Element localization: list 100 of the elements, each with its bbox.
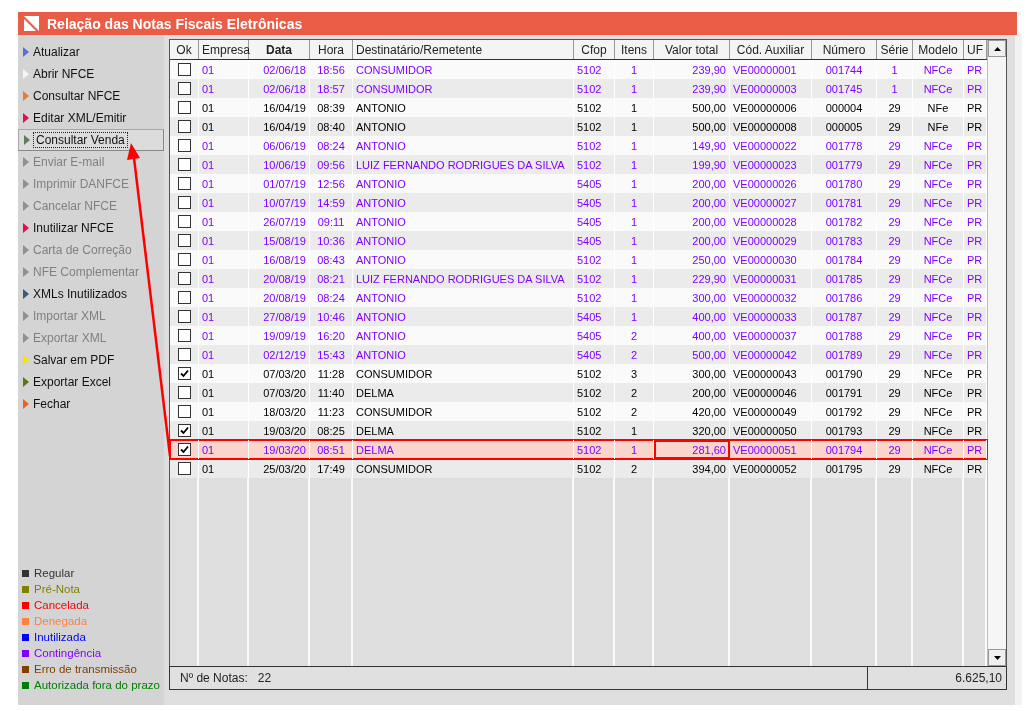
column-header[interactable]: Modelo [913, 40, 964, 59]
table-row[interactable]: 01 02/06/18 18:57 CONSUMIDOR 5102 1 239,90 VE00000003 001745 1 NFCe PR [170, 79, 987, 98]
table-cell: 19/03/20 [249, 440, 310, 459]
table-cell: PR [964, 440, 987, 459]
column-header[interactable]: Número [812, 40, 877, 59]
count-label: Nº de Notas: [180, 671, 248, 685]
column-header[interactable]: Valor total [654, 40, 730, 59]
row-checkbox[interactable] [177, 63, 191, 76]
table-cell: 17:49 [310, 459, 353, 478]
table-cell: 5102 [574, 459, 615, 478]
column-header[interactable]: Empresa [199, 40, 249, 59]
row-checkbox[interactable] [177, 405, 191, 418]
row-checkbox[interactable] [177, 234, 191, 247]
up-arrow-icon [993, 46, 1001, 51]
highlighted-row[interactable]: 01 19/03/20 08:51 DELMA 5102 1 281,60 VE00000051 001794 29 NFCe PR [170, 440, 987, 459]
sidebar-item[interactable]: Fechar [18, 393, 164, 415]
row-checkbox[interactable] [177, 424, 191, 437]
table-row[interactable]: 01 10/06/19 09:56 LUIZ FERNANDO RODRIGUES DA SILVA 5102 1 199,90 VE00000023 001779 29 NFCe PR [170, 155, 987, 174]
table-row[interactable]: 01 16/04/19 08:40 ANTONIO 5102 1 500,00 VE00000008 000005 29 NFe PR [170, 117, 987, 136]
row-checkbox[interactable] [177, 82, 191, 95]
row-checkbox[interactable] [177, 310, 191, 323]
column-header[interactable]: Série [877, 40, 913, 59]
table-cell: 01 [199, 440, 249, 459]
column-header[interactable]: Hora [310, 40, 353, 59]
column-header[interactable]: Ok [170, 40, 199, 59]
row-checkbox[interactable] [177, 101, 191, 114]
table-row[interactable]: 01 16/08/19 08:43 ANTONIO 5102 1 250,00 VE00000030 001784 29 NFCe PR [170, 250, 987, 269]
table-cell: 01 [199, 459, 249, 478]
sidebar-item[interactable]: Editar XML/Emitir [18, 107, 164, 129]
table-row[interactable]: 01 07/03/20 11:28 CONSUMIDOR 5102 3 300,00 VE00000043 001790 29 NFCe PR [170, 364, 987, 383]
sidebar-item[interactable]: XMLs Inutilizados [18, 283, 164, 305]
column-header[interactable]: Itens [615, 40, 654, 59]
sidebar-item[interactable]: Consultar NFCE [18, 85, 164, 107]
column-header[interactable]: Cód. Auxiliar [730, 40, 812, 59]
row-checkbox[interactable] [177, 215, 191, 228]
table-row[interactable]: 01 07/03/20 11:40 DELMA 5102 2 200,00 VE00000046 001791 29 NFCe PR [170, 383, 987, 402]
app-logo-icon [24, 16, 39, 31]
table-row[interactable]: 01 02/06/18 18:56 CONSUMIDOR 5102 1 239,90 VE00000001 001744 1 NFCe PR [170, 60, 987, 79]
legend-label: Inutilizada [34, 631, 86, 643]
table-row[interactable]: 01 20/08/19 08:21 LUIZ FERNANDO RODRIGUES DA SILVA 5102 1 229,90 VE00000031 001785 29 NFCe PR [170, 269, 987, 288]
table-cell: 394,00 [654, 459, 730, 478]
table-cell: 001794 [812, 440, 877, 459]
column-header[interactable]: Cfop [574, 40, 615, 59]
table-cell: 25/03/20 [249, 459, 310, 478]
column-header[interactable]: Destinatário/Remetente [353, 40, 574, 59]
table-cell: VE00000051 [730, 440, 812, 459]
sidebar-item[interactable]: Abrir NFCE [18, 63, 164, 85]
sidebar-item[interactable]: Consultar Venda [18, 129, 164, 151]
table-cell: 001795 [812, 459, 877, 478]
table-row[interactable]: 01 26/07/19 09:11 ANTONIO 5405 1 200,00 VE00000028 001782 29 NFCe PR [170, 212, 987, 231]
scroll-up-button[interactable] [988, 40, 1006, 57]
row-checkbox[interactable] [177, 386, 191, 399]
down-arrow-icon [993, 655, 1001, 660]
legend-label: Regular [34, 567, 75, 579]
sidebar-item[interactable]: Inutilizar NFCE [18, 217, 164, 239]
row-checkbox[interactable] [177, 158, 191, 171]
table-row[interactable]: 01 19/09/19 16:20 ANTONIO 5405 2 400,00 VE00000037 001788 29 NFCe PR [170, 326, 987, 345]
row-checkbox[interactable] [177, 120, 191, 133]
scroll-down-button[interactable] [988, 649, 1006, 666]
table-cell: 29 [877, 440, 913, 459]
sidebar-item[interactable]: Atualizar [18, 41, 164, 63]
table-row[interactable]: 01 15/08/19 10:36 ANTONIO 5405 1 200,00 VE00000029 001783 29 NFCe PR [170, 231, 987, 250]
table-row[interactable]: 01 10/07/19 14:59 ANTONIO 5405 1 200,00 VE00000027 001781 29 NFCe PR [170, 193, 987, 212]
row-checkbox[interactable] [177, 462, 191, 475]
table-row[interactable]: 01 01/07/19 12:56 ANTONIO 5405 1 200,00 VE00000026 001780 29 NFCe PR [170, 174, 987, 193]
row-checkbox[interactable] [177, 367, 191, 380]
legend-label: Cancelada [34, 599, 89, 611]
legend-label: Autorizada fora do prazo [34, 679, 160, 691]
column-header[interactable]: Data [249, 40, 310, 59]
table-row[interactable]: 01 20/08/19 08:24 ANTONIO 5102 1 300,00 VE00000032 001786 29 NFCe PR [170, 288, 987, 307]
row-checkbox[interactable] [177, 348, 191, 361]
total-value: 6.625,10 [955, 671, 1002, 685]
legend-label: Pré-Nota [34, 583, 81, 595]
legend-label: Contingência [34, 647, 102, 659]
table-cell: DELMA [353, 440, 574, 459]
table-cell: 5102 [574, 440, 615, 459]
table-cell: 08:51 [310, 440, 353, 459]
row-checkbox[interactable] [177, 253, 191, 266]
table-row[interactable]: 01 02/12/19 15:43 ANTONIO 5405 2 500,00 VE00000042 001789 29 NFCe PR [170, 345, 987, 364]
row-checkbox[interactable] [177, 443, 191, 456]
count-value: 22 [257, 671, 272, 685]
table-cell: VE00000052 [730, 459, 812, 478]
row-checkbox[interactable] [177, 196, 191, 209]
table-row[interactable]: 01 18/03/20 11:23 CONSUMIDOR 5102 2 420,00 VE00000049 001792 29 NFCe PR [170, 402, 987, 421]
row-checkbox[interactable] [177, 329, 191, 342]
row-checkbox[interactable] [177, 272, 191, 285]
table-cell: NFCe [913, 440, 964, 459]
window-title: Relação das Notas Fiscais Eletrônicas [47, 15, 303, 32]
row-checkbox[interactable] [177, 139, 191, 152]
legend-label: Erro de transmissão [34, 663, 137, 675]
table-cell: CONSUMIDOR [353, 459, 574, 478]
table-row[interactable]: 01 27/08/19 10:46 ANTONIO 5405 1 400,00 VE00000033 001787 29 NFCe PR [170, 307, 987, 326]
row-checkbox[interactable] [177, 291, 191, 304]
table-row[interactable]: 01 16/04/19 08:39 ANTONIO 5102 1 500,00 VE00000006 000004 29 NFe PR [170, 98, 987, 117]
table-cell: 1 [615, 440, 654, 459]
sidebar-item[interactable]: Salvar em PDF [18, 349, 164, 371]
row-checkbox[interactable] [177, 177, 191, 190]
sidebar-item[interactable]: Exportar Excel [18, 371, 164, 393]
table-row[interactable]: 01 06/06/19 08:24 ANTONIO 5102 1 149,90 VE00000022 001778 29 NFCe PR [170, 136, 987, 155]
table-cell: 2 [615, 459, 654, 478]
